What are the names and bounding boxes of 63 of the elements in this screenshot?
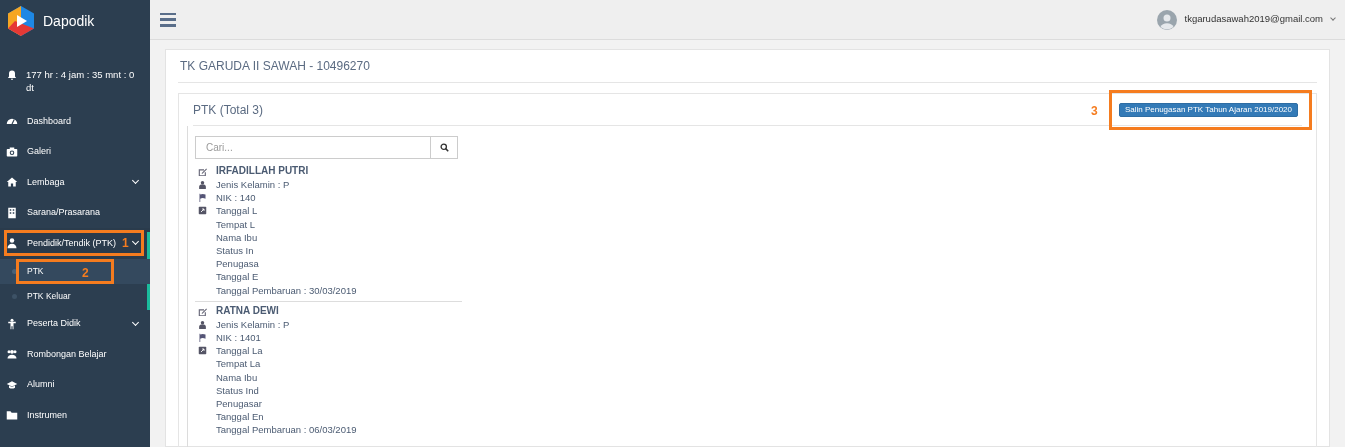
user-icon bbox=[198, 319, 207, 329]
ptk-detail: Tanggal Pembaruan : 30/03/2019 bbox=[216, 283, 357, 297]
sidebar-item[interactable]: Alumni bbox=[0, 369, 150, 400]
sidebar-item[interactable]: Instrumen bbox=[0, 400, 150, 431]
ptk-detail: Status Ind bbox=[216, 383, 260, 398]
group-icon bbox=[6, 348, 18, 361]
countdown-text: 177 hr : 4 jam : 35 mnt : 0 dt bbox=[26, 68, 136, 95]
bell-icon bbox=[6, 69, 18, 81]
school-title: TK GARUDA II SAWAH - 10496270 bbox=[180, 58, 370, 75]
folder-icon bbox=[6, 409, 18, 422]
user-icon bbox=[6, 237, 18, 250]
ptk-detail: Jenis Kelamin : P bbox=[216, 178, 291, 192]
ptk-detail: Tanggal En bbox=[216, 410, 265, 424]
ptk-name[interactable]: RATNA DEWI bbox=[216, 303, 357, 318]
camera-icon bbox=[6, 145, 18, 158]
building-icon bbox=[6, 206, 18, 219]
ptk-detail: Status In bbox=[216, 244, 255, 258]
ptk-detail: Nama Ibu bbox=[216, 230, 259, 244]
sidebar-item[interactable]: Peserta Didik bbox=[0, 308, 150, 339]
annotation-number: 3 bbox=[1090, 102, 1098, 120]
annotation-number: 2 bbox=[82, 264, 89, 282]
search-icon bbox=[439, 143, 449, 152]
ptk-detail: NIK : 140 bbox=[216, 191, 257, 205]
ptk-detail: Tanggal La bbox=[216, 344, 264, 358]
sidebar-item[interactable]: Galeri bbox=[0, 136, 150, 167]
sidebar-item[interactable]: Dashboard bbox=[0, 106, 150, 137]
avatar-icon bbox=[1156, 9, 1177, 30]
edit-icon bbox=[198, 167, 207, 176]
app-name: Dapodik bbox=[43, 11, 95, 31]
logo-icon bbox=[5, 5, 37, 37]
external-link-icon bbox=[198, 345, 207, 355]
user-icon bbox=[198, 180, 207, 189]
edit-icon bbox=[198, 306, 207, 316]
submenu-item[interactable]: PTK Keluar bbox=[0, 283, 150, 309]
search-field[interactable]: Cari... bbox=[195, 136, 431, 159]
ptk-detail: Penugasa bbox=[216, 257, 260, 271]
sidebar-item[interactable]: Sarana/Prasarana bbox=[0, 197, 150, 228]
sidebar-item[interactable]: Rombongan Belajar bbox=[0, 339, 150, 370]
sidebar-item[interactable]: Lembaga bbox=[0, 167, 150, 198]
home-icon bbox=[6, 176, 18, 189]
flag-icon bbox=[198, 193, 207, 202]
sidebar-item[interactable]: Pendidik/Tendik (PTK) 1 bbox=[0, 228, 150, 259]
ptk-detail: Tanggal L bbox=[216, 204, 259, 218]
ptk-detail: Tempat La bbox=[216, 357, 262, 371]
person-icon bbox=[6, 317, 18, 330]
graduation-cap-icon bbox=[6, 378, 18, 391]
user-menu[interactable]: tkgarudasawah2019@gmail.com bbox=[1156, 9, 1335, 30]
ptk-detail: Tanggal Pembaruan : 06/03/2019 bbox=[216, 423, 357, 437]
panel-title: PTK (Total 3) bbox=[193, 101, 264, 119]
external-link-icon bbox=[198, 206, 207, 215]
ptk-detail: Tanggal E bbox=[216, 270, 260, 284]
ptk-detail: Tempat L bbox=[216, 217, 257, 231]
search-button[interactable] bbox=[431, 136, 458, 159]
menu-icon[interactable] bbox=[160, 12, 176, 27]
ptk-name[interactable]: IRFADILLAH PUTRI bbox=[216, 164, 357, 178]
ptk-detail: Jenis Kelamin : P bbox=[216, 317, 291, 332]
submenu-item[interactable]: PTK 2 bbox=[0, 258, 150, 284]
ptk-detail: Penugasar bbox=[216, 397, 263, 411]
copy-assignment-button[interactable]: Salin Penugasan PTK Tahun Ajaran 2019/2020 bbox=[1118, 102, 1298, 117]
flag-icon bbox=[198, 332, 207, 342]
annotation-number: 1 bbox=[122, 235, 129, 252]
ptk-detail: Nama Ibu bbox=[216, 370, 259, 384]
ptk-detail: NIK : 1401 bbox=[216, 331, 262, 345]
